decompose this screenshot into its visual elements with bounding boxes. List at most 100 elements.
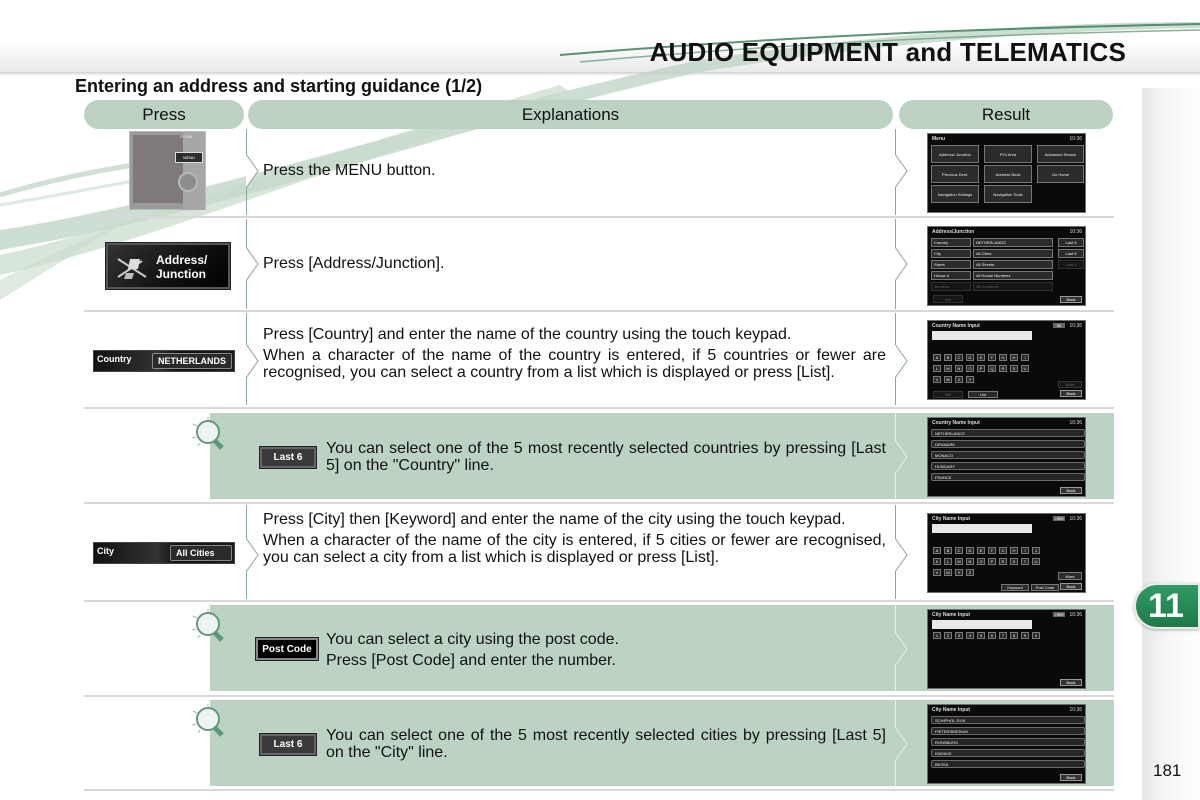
screen-list-item: MONACO [931, 451, 1085, 459]
screen-field-value: All Cities [973, 249, 1053, 258]
screen-key: M [955, 558, 963, 565]
screen-key: S [1010, 558, 1018, 565]
result-screen-city-list: City Name Input 10:36 SCHIPHOL-RIJK PIET… [927, 704, 1086, 784]
chevron-right-icon [895, 154, 908, 188]
screen-key: N [955, 365, 963, 372]
screen-key: Y [966, 376, 974, 383]
country-field[interactable]: Country NETHERLANDS [93, 350, 235, 372]
screen-clock: 10:36 [1069, 516, 1082, 522]
country-field-label: Country [97, 354, 132, 364]
screen-title: City Name Input [932, 516, 971, 522]
screen-set-button: Set [933, 391, 963, 398]
row-divider [84, 502, 1114, 504]
column-header-press: Press [84, 100, 244, 129]
tip-text: You can select one of the 5 most recentl… [326, 440, 886, 474]
row-divider [84, 695, 1114, 697]
screen-key: G [999, 547, 1007, 554]
screen-clock: 10:36 [1069, 707, 1082, 713]
screen-button: Previous Dest. [931, 165, 979, 183]
row-divider [84, 600, 1114, 602]
screen-title: Country Name Input [932, 420, 980, 426]
screen-field-action: Last 5 [1058, 238, 1084, 247]
screen-button: POI Area [984, 145, 1032, 163]
screen-list-item: NETHERLANDS [931, 429, 1085, 437]
screen-list-item: SCHIPHOL-RIJK [931, 716, 1085, 724]
result-screen-country-list: Country Name Input 10:36 NETHERLANDS DEN… [927, 417, 1086, 497]
screen-count-badge: 52 [1053, 323, 1065, 328]
screen-list-item: HUNGARY [931, 462, 1085, 470]
screen-clock: 10:36 [1069, 229, 1082, 235]
screen-key: I [1021, 354, 1029, 361]
screen-key: W [944, 569, 952, 576]
chevron-right-icon [246, 247, 259, 281]
screen-list-item: KNOKKE [931, 749, 1085, 757]
screen-key: 9 [1021, 632, 1029, 639]
screen-key: 2 [944, 632, 952, 639]
screen-list-button: List [968, 391, 998, 398]
screen-key: G [999, 354, 1007, 361]
screen-key: O [977, 558, 985, 565]
screen-button: Navigation Tools [984, 185, 1032, 203]
menu-button[interactable]: MENU [175, 152, 203, 163]
screen-back-button: Back [1060, 390, 1082, 397]
side-margin-strip [1142, 88, 1200, 800]
screen-key: B [944, 354, 952, 361]
screen-clock: 10:36 [1069, 323, 1082, 329]
screen-field-label: Junction [931, 282, 971, 291]
screen-title: Country Name Input [932, 323, 980, 329]
explanation-text: Press [Country] and enter the name of th… [263, 326, 886, 381]
screen-key: U [1021, 365, 1029, 372]
result-screen-country-input: Country Name Input 52 10:36 ABCDEFGHI LMN… [927, 320, 1086, 400]
screen-key: 7 [999, 632, 1007, 639]
device-knob [178, 172, 198, 192]
screen-key: K [933, 558, 941, 565]
chapter-tab[interactable]: 11 [1134, 583, 1200, 629]
screen-key: Q [988, 365, 996, 372]
screen-key: V [933, 376, 941, 383]
screen-field-label: City [931, 249, 971, 258]
screen-field-action: Last 5 [1058, 249, 1084, 258]
screen-key: P [977, 365, 985, 372]
screen-button: Address Book [984, 165, 1032, 183]
tip-text: You can select one of the 5 most recentl… [326, 727, 886, 761]
screen-list-item: FRANCE [931, 473, 1085, 481]
post-code-button[interactable]: Post Code [255, 637, 319, 661]
chevron-right-icon [895, 247, 908, 281]
screen-back-button: Back [1060, 583, 1082, 590]
result-screen-city-input: City Name Input >900 10:36 ABCDEFGHIJKLM… [927, 513, 1086, 593]
last-5-button[interactable]: Last 6 [259, 733, 317, 756]
chevron-right-icon [246, 154, 259, 188]
chevron-right-icon [895, 538, 908, 572]
screen-clock: 10:36 [1069, 612, 1082, 618]
screen-key: W [944, 376, 952, 383]
screen-field-value: All Streets [973, 260, 1053, 269]
device-side-panel [183, 132, 205, 210]
column-header-result: Result [899, 100, 1113, 129]
screen-key: M [944, 365, 952, 372]
section-title: Entering an address and starting guidanc… [75, 76, 483, 96]
device-screen [133, 135, 183, 203]
result-screen-menu: Menu 10:36 Address/ Junction POI Area Ad… [927, 133, 1086, 213]
column-header-explanations: Explanations [248, 100, 893, 129]
screen-list-item: RIJNSBURG [931, 738, 1085, 746]
screen-key: 1 [933, 632, 941, 639]
screen-key: 3 [955, 632, 963, 639]
screen-key: J [1032, 547, 1040, 554]
screen-set-button: Set [933, 295, 963, 303]
screen-key: A [933, 547, 941, 554]
screen-input-box [932, 524, 1032, 533]
screen-field-value: All House Numbers [973, 271, 1053, 280]
explanation-text: Press [Address/Junction]. [263, 255, 445, 272]
city-field[interactable]: City All Cities [93, 542, 235, 564]
screen-clock: 10:36 [1069, 420, 1082, 426]
address-junction-button[interactable]: Address/ Junction [105, 242, 231, 290]
screen-back-button: Back [1060, 296, 1082, 303]
row-divider [84, 310, 1114, 312]
screen-title: Menu [932, 136, 946, 142]
chevron-right-icon [246, 538, 259, 572]
screen-keyword-button: Keyword [1001, 584, 1029, 591]
last-5-button[interactable]: Last 6 [259, 446, 317, 469]
lightbulb-tip-icon [191, 704, 224, 737]
screen-key: H [1010, 547, 1018, 554]
screen-key: T [1021, 558, 1029, 565]
